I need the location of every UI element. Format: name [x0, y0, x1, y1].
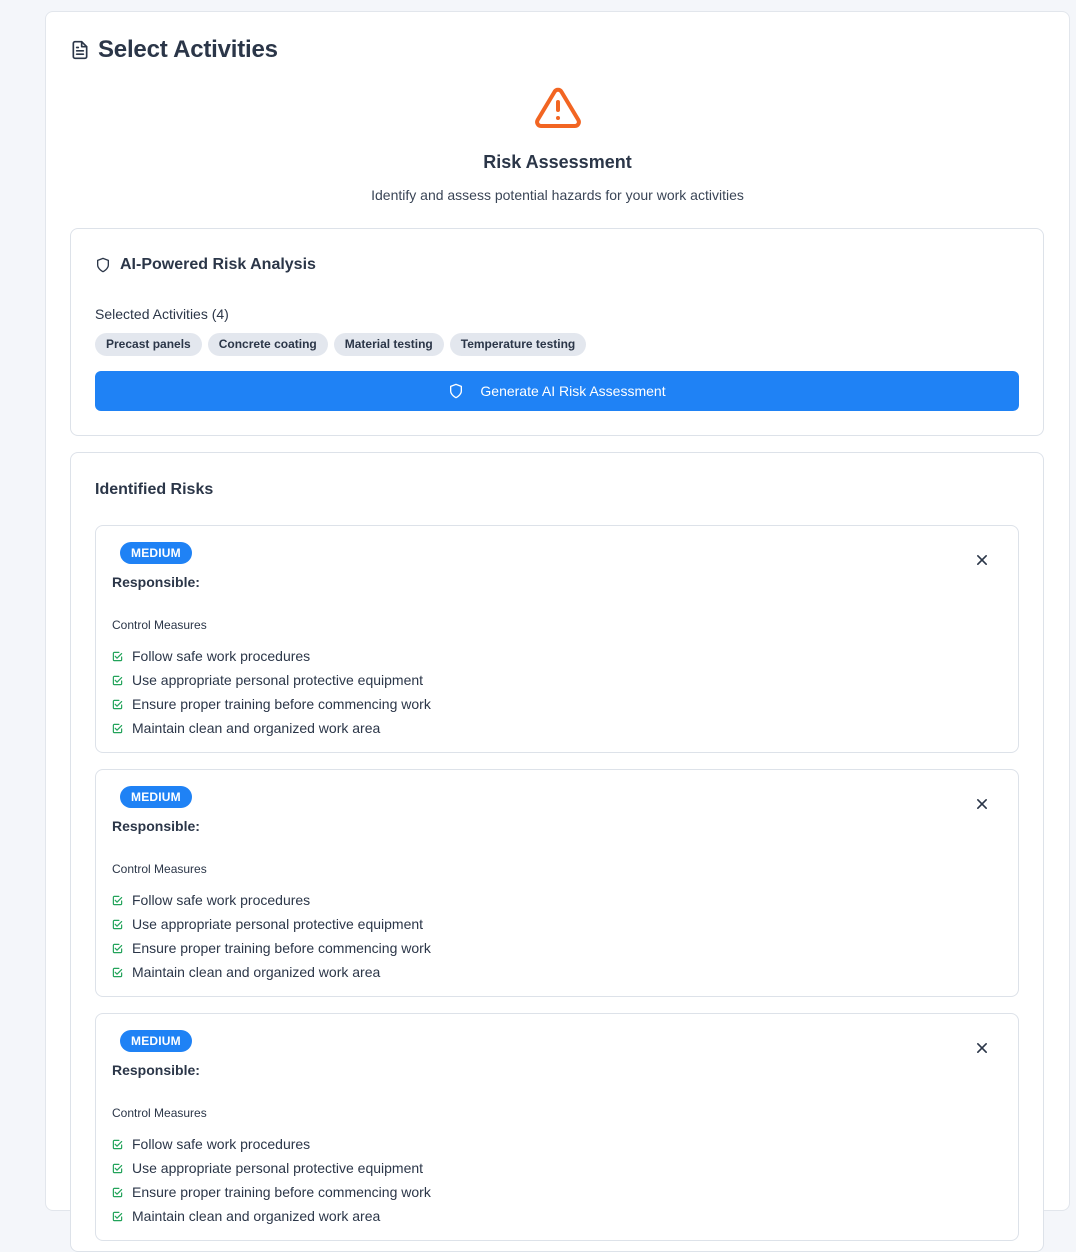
check-square-icon — [112, 917, 123, 929]
control-measure-text: Ensure proper training before commencing… — [132, 696, 431, 712]
control-measures-list: Follow safe work procedures Use appropri… — [112, 888, 431, 984]
list-item: Maintain clean and organized work area — [112, 716, 431, 740]
responsible-label: Responsible: — [112, 574, 200, 590]
control-measure-text: Maintain clean and organized work area — [132, 720, 381, 736]
responsible-label: Responsible: — [112, 818, 200, 834]
check-square-icon — [112, 1137, 123, 1149]
shield-icon — [95, 257, 111, 273]
check-square-icon — [112, 1161, 123, 1173]
check-square-icon — [112, 649, 123, 661]
activity-chip: Material testing — [333, 333, 444, 356]
check-square-icon — [112, 941, 123, 953]
list-item: Follow safe work procedures — [112, 1132, 431, 1156]
list-item: Ensure proper training before commencing… — [112, 936, 431, 960]
list-item: Follow safe work procedures — [112, 644, 431, 668]
page-card: Select Activities Risk Assessment Identi… — [45, 11, 1070, 1252]
control-measure-text: Use appropriate personal protective equi… — [132, 916, 424, 932]
shield-icon — [448, 383, 464, 399]
close-icon — [977, 1043, 987, 1053]
risk-level-badge: MEDIUM — [120, 786, 192, 808]
control-measures-label: Control Measures — [112, 862, 207, 876]
identified-risks-title: Identified Risks — [95, 481, 214, 498]
ai-panel-title: AI-Powered Risk Analysis — [120, 256, 316, 273]
warning-triangle-icon — [534, 84, 582, 132]
risk-card: MEDIUM Responsible: Control Measures Fol… — [95, 1013, 1019, 1241]
check-square-icon — [112, 1209, 123, 1221]
risk-level-badge: MEDIUM — [120, 1030, 192, 1052]
control-measure-text: Use appropriate personal protective equi… — [132, 672, 424, 688]
risk-level-badge: MEDIUM — [120, 542, 192, 564]
hero-title: Risk Assessment — [483, 152, 632, 172]
control-measures-label: Control Measures — [112, 618, 207, 632]
risk-card: MEDIUM Responsible: Control Measures Fol… — [95, 769, 1019, 997]
control-measures-list: Follow safe work procedures Use appropri… — [112, 644, 431, 740]
page-header: Select Activities — [70, 36, 278, 64]
ai-risk-analysis-panel: AI-Powered Risk Analysis Selected Activi… — [70, 228, 1044, 436]
control-measure-text: Maintain clean and organized work area — [132, 1208, 381, 1224]
control-measure-text: Use appropriate personal protective equi… — [132, 1160, 424, 1176]
activity-chip: Precast panels — [95, 333, 202, 356]
control-measures-label: Control Measures — [112, 1106, 207, 1120]
control-measure-text: Follow safe work procedures — [132, 892, 311, 908]
list-item: Ensure proper training before commencing… — [112, 1180, 431, 1204]
control-measures-list: Follow safe work procedures Use appropri… — [112, 1132, 431, 1228]
list-item: Ensure proper training before commencing… — [112, 692, 431, 716]
page-title: Select Activities — [98, 36, 278, 63]
control-measure-text: Follow safe work procedures — [132, 648, 311, 664]
check-square-icon — [112, 1185, 123, 1197]
risk-assessment-hero: Risk Assessment Identify and assess pote… — [46, 84, 1069, 203]
list-item: Use appropriate personal protective equi… — [112, 668, 431, 692]
activity-chip: Concrete coating — [207, 333, 328, 356]
activity-chip: Temperature testing — [449, 333, 587, 356]
close-icon — [977, 799, 987, 809]
check-square-icon — [112, 673, 123, 685]
identified-risks-panel: Identified Risks MEDIUM Responsible: Con… — [70, 452, 1044, 1252]
list-item: Follow safe work procedures — [112, 888, 431, 912]
ai-panel-header: AI-Powered Risk Analysis — [95, 256, 316, 274]
remove-risk-button[interactable] — [972, 550, 992, 570]
close-icon — [977, 555, 987, 565]
document-icon — [70, 40, 90, 60]
list-item: Maintain clean and organized work area — [112, 1204, 431, 1228]
check-square-icon — [112, 697, 123, 709]
control-measure-text: Ensure proper training before commencing… — [132, 940, 431, 956]
remove-risk-button[interactable] — [972, 1038, 992, 1058]
list-item: Use appropriate personal protective equi… — [112, 1156, 431, 1180]
check-square-icon — [112, 721, 123, 733]
remove-risk-button[interactable] — [972, 794, 992, 814]
control-measure-text: Follow safe work procedures — [132, 1136, 311, 1152]
control-measure-text: Ensure proper training before commencing… — [132, 1184, 431, 1200]
list-item: Maintain clean and organized work area — [112, 960, 431, 984]
hero-subtitle: Identify and assess potential hazards fo… — [371, 187, 744, 203]
activity-chips: Precast panels Concrete coating Material… — [95, 333, 587, 356]
risk-card: MEDIUM Responsible: Control Measures Fol… — [95, 525, 1019, 753]
control-measure-text: Maintain clean and organized work area — [132, 964, 381, 980]
check-square-icon — [112, 965, 123, 977]
generate-button-label: Generate AI Risk Assessment — [480, 383, 666, 399]
selected-activities-label: Selected Activities (4) — [95, 306, 229, 322]
check-square-icon — [112, 893, 123, 905]
generate-ai-risk-assessment-button[interactable]: Generate AI Risk Assessment — [95, 371, 1019, 411]
list-item: Use appropriate personal protective equi… — [112, 912, 431, 936]
responsible-label: Responsible: — [112, 1062, 200, 1078]
